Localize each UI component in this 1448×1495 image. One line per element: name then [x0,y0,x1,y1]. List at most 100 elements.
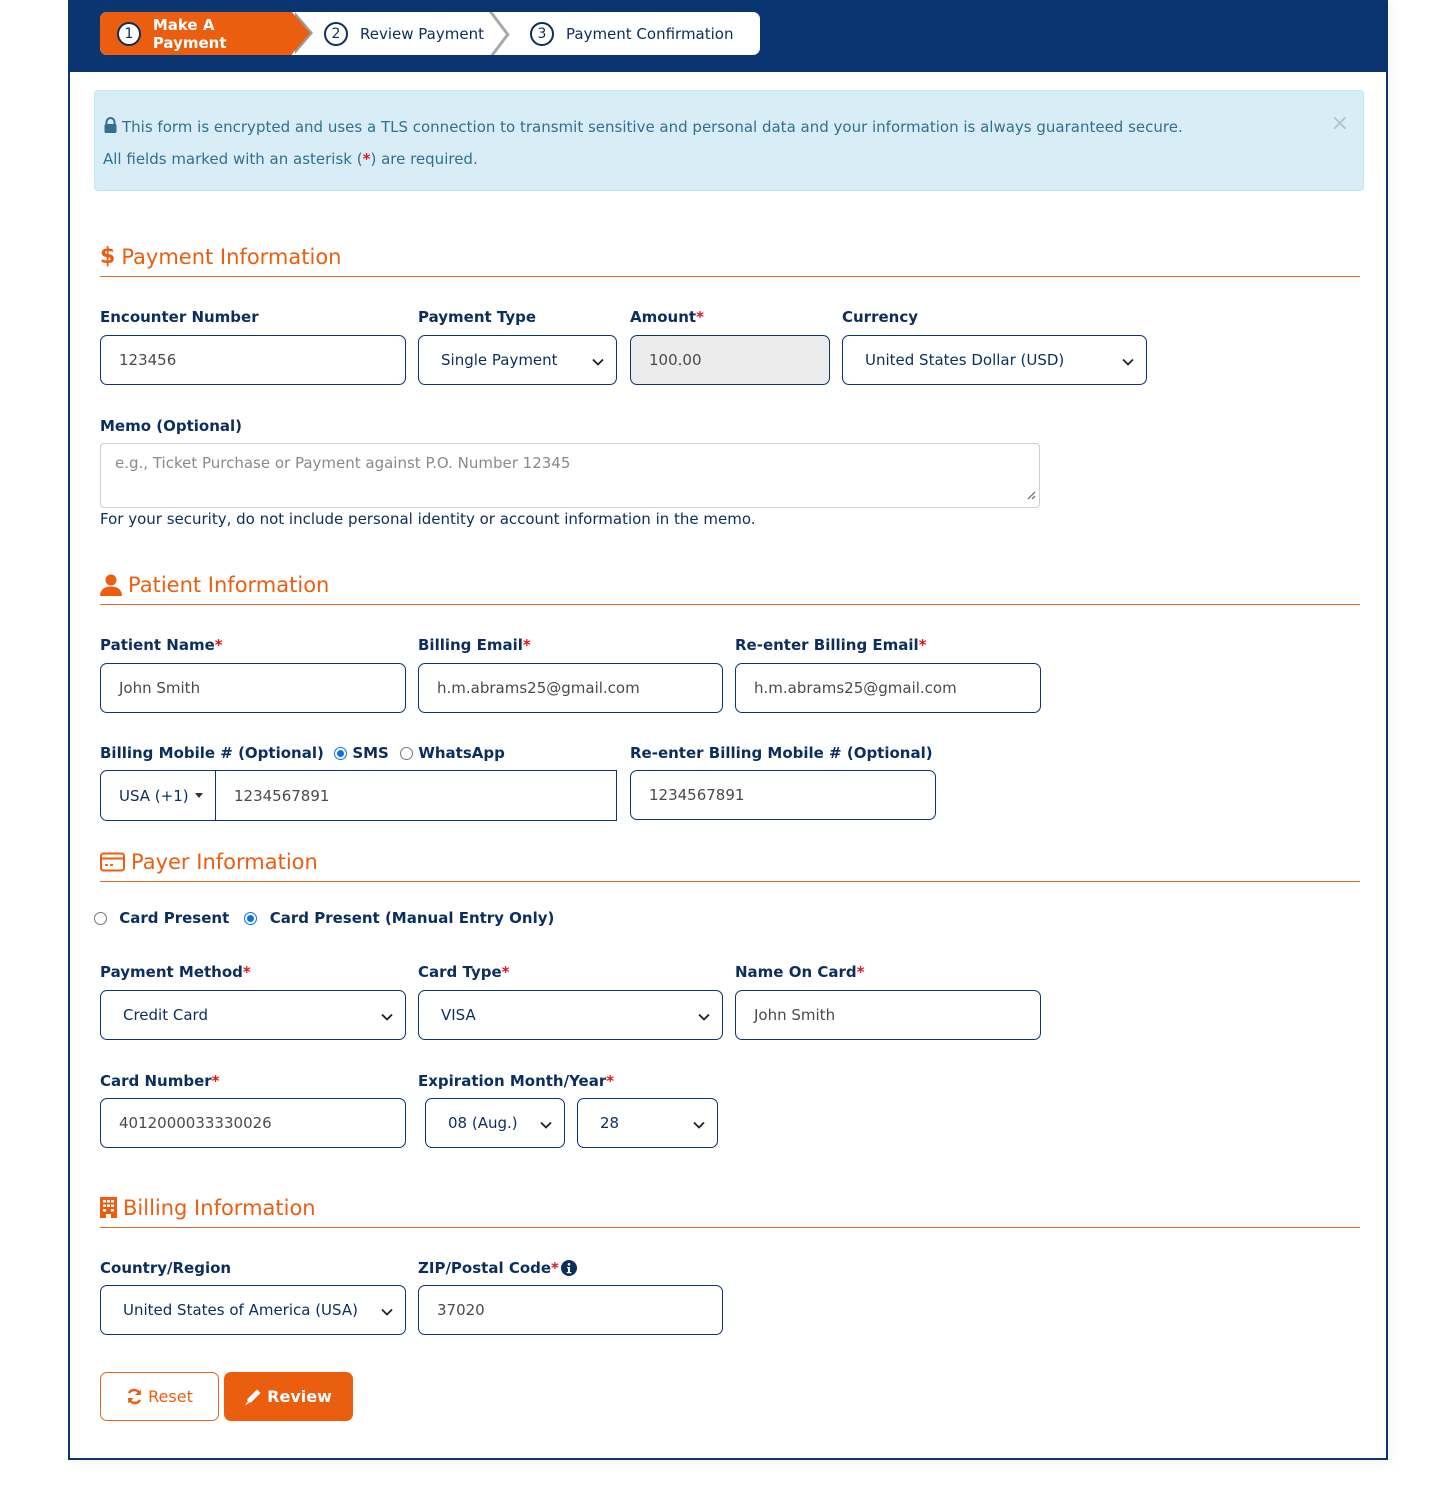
expiration-label-text: Expiration Month/Year [418,1072,607,1090]
payment-method-value: Credit Card [123,1006,208,1024]
alert-required-prefix: All fields marked with an asterisk ( [103,150,363,168]
review-label: Review [267,1387,332,1406]
card-type-label: Card Type* [418,963,510,981]
zip-input[interactable]: 37020 [418,1285,723,1335]
amount-input[interactable]: 100.00 [630,335,830,385]
reenter-email-input[interactable]: h.m.abrams25@gmail.com [735,663,1041,713]
name-on-card-label: Name On Card* [735,963,864,981]
section-payer-information: Payer Information [100,842,1360,882]
card-type-value: VISA [441,1006,476,1024]
currency-label: Currency [842,308,919,326]
memo-help-text: For your security, do not include person… [100,510,756,528]
user-icon [100,574,122,596]
sms-radio-label[interactable]: SMS [352,744,389,762]
amount-label: Amount* [630,308,704,326]
payment-type-label: Payment Type [418,308,537,326]
header-band: 1 Make A Payment 2 Review Payment 3 Paym… [70,0,1386,72]
card-number-label: Card Number* [100,1072,220,1090]
dollar-icon: $ [100,244,116,269]
card-type-select[interactable]: VISA [418,990,723,1040]
encounter-number-label: Encounter Number [100,308,259,326]
encounter-number-input[interactable]: 123456 [100,335,406,385]
currency-select[interactable]: United States Dollar (USD) [842,335,1147,385]
expiration-year-select[interactable]: 28 [577,1098,718,1148]
manual-entry-radio-label[interactable]: Card Present (Manual Entry Only) [270,909,555,927]
payment-type-value: Single Payment [441,351,558,369]
card-present-radio-label[interactable]: Card Present [119,909,229,927]
step-number: 2 [324,21,348,46]
review-button[interactable]: Review [224,1372,353,1421]
manual-entry-radio[interactable] [244,912,258,925]
alert-required-suffix: ) are required. [370,150,478,168]
payment-form-card: 1 Make A Payment 2 Review Payment 3 Paym… [68,0,1388,1460]
chevron-down-icon [592,352,604,370]
billing-mobile-input[interactable]: 1234567891 [216,771,329,820]
country-value: United States of America (USA) [123,1301,358,1319]
progress-stepper: 1 Make A Payment 2 Review Payment 3 Paym… [100,12,760,55]
country-code-value: USA (+1) [119,786,189,805]
sms-radio[interactable] [334,747,348,760]
billing-mobile-label: Billing Mobile # (Optional) [100,744,324,762]
section-title: Billing Information [123,1195,316,1220]
security-alert: This form is encrypted and uses a TLS co… [94,90,1364,191]
info-icon[interactable] [560,1260,577,1276]
section-title: Payment Information [121,244,342,269]
whatsapp-radio[interactable] [400,747,414,760]
payment-type-select[interactable]: Single Payment [418,335,617,385]
zip-label: ZIP/Postal Code * [418,1259,577,1277]
required-asterisk: * [696,308,704,326]
country-select[interactable]: United States of America (USA) [100,1285,406,1335]
reset-label: Reset [148,1387,193,1406]
required-asterisk: * [856,963,865,981]
whatsapp-radio-label[interactable]: WhatsApp [418,744,505,762]
patient-name-label: Patient Name* [100,636,223,654]
reset-button[interactable]: Reset [100,1372,219,1421]
expiration-year-value: 28 [600,1114,620,1132]
billing-email-input[interactable]: h.m.abrams25@gmail.com [418,663,723,713]
patient-name-label-text: Patient Name [100,636,215,654]
building-icon [100,1197,117,1218]
payment-method-label-text: Payment Method [100,963,243,981]
memo-label: Memo (Optional) [100,417,243,435]
step-make-a-payment: 1 Make A Payment [100,12,313,55]
chevron-down-icon [1122,352,1134,370]
reenter-email-label-text: Re-enter Billing Email [735,636,919,654]
close-icon[interactable]: × [1331,111,1349,136]
name-on-card-input[interactable]: John Smith [735,990,1041,1040]
expiration-label: Expiration Month/Year* [418,1072,614,1090]
chevron-down-icon [381,1007,393,1025]
country-code-dropdown[interactable]: USA (+1) [101,771,216,820]
section-billing-information: Billing Information [100,1188,1360,1228]
card-number-label-text: Card Number [100,1072,212,1090]
reenter-mobile-input[interactable]: 1234567891 [630,770,936,820]
reenter-email-label: Re-enter Billing Email* [735,636,927,654]
memo-textarea[interactable]: e.g., Ticket Purchase or Payment against… [100,443,1040,508]
refresh-icon [126,1388,143,1405]
patient-name-input[interactable]: John Smith [100,663,406,713]
card-present-radio[interactable] [94,912,107,925]
credit-card-icon [100,852,125,872]
section-title: Patient Information [128,572,330,597]
alert-required-text: All fields marked with an asterisk (*) a… [103,150,478,168]
chevron-down-icon [381,1302,393,1320]
section-payment-information: $ Payment Information [100,237,1360,277]
required-asterisk: * [501,963,510,981]
payment-method-label: Payment Method* [100,963,251,981]
pencil-icon [245,1388,262,1405]
expiration-month-value: 08 (Aug.) [448,1114,518,1132]
billing-email-label-text: Billing Email [418,636,523,654]
billing-email-label: Billing Email* [418,636,531,654]
expiration-month-select[interactable]: 08 (Aug.) [425,1098,565,1148]
chevron-down-icon [698,1007,710,1025]
chevron-down-icon [540,1115,552,1133]
zip-label-text: ZIP/Postal Code [418,1259,552,1277]
card-number-input[interactable]: 4012000033330026 [100,1098,406,1148]
name-on-card-label-text: Name On Card [735,963,857,981]
resize-handle-icon[interactable] [1026,486,1036,504]
required-asterisk: * [242,963,251,981]
payment-method-select[interactable]: Credit Card [100,990,406,1040]
section-patient-information: Patient Information [100,565,1360,605]
step-label: Payment Confirmation [566,24,734,43]
section-title: Payer Information [131,849,318,874]
caret-down-icon [194,793,203,798]
